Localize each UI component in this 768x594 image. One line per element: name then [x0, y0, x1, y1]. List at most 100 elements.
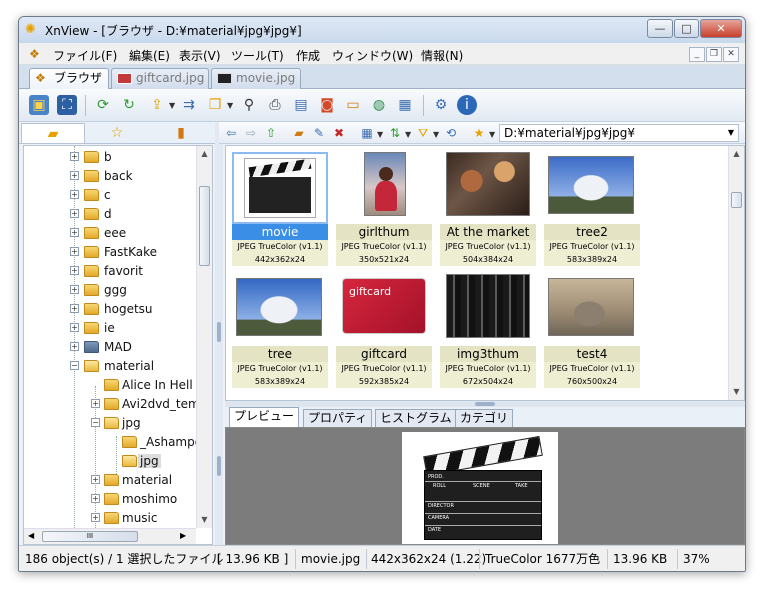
new-folder-icon[interactable]: ▰ — [291, 125, 307, 141]
tree-item-ie[interactable]: + ie — [24, 319, 200, 337]
mdi-minimize-button[interactable]: _ — [689, 47, 705, 62]
parent-folder-icon[interactable]: ⇧ — [263, 125, 279, 141]
menu-view[interactable]: 表示(V) — [179, 47, 221, 64]
mdi-restore-button[interactable]: ❐ — [706, 47, 722, 62]
path-dropdown-icon[interactable]: ▼ — [728, 125, 734, 141]
tree-item-ggg[interactable]: + ggg — [24, 281, 200, 299]
settings-icon[interactable]: ⚙ — [431, 95, 451, 115]
browser-vertical-scrollbar[interactable]: ▲ ▼ — [728, 146, 744, 400]
tree-expander[interactable]: + — [70, 342, 79, 351]
thumbnail-giftcard[interactable]: giftcard giftcard JPEG TrueColor (v1.1) … — [336, 274, 432, 388]
tree-item-fastkake[interactable]: + FastKake — [24, 243, 200, 261]
scroll-down-icon[interactable]: ▼ — [729, 384, 744, 400]
rename-icon[interactable]: ✎ — [311, 125, 327, 141]
tree-expander[interactable]: − — [70, 361, 79, 370]
splitter-grip[interactable] — [217, 456, 221, 476]
menu-tools[interactable]: ツール(T) — [231, 47, 284, 64]
tree-item-eee[interactable]: + eee — [24, 224, 200, 242]
favorites-dropdown-icon[interactable]: ▼ — [489, 130, 495, 139]
thumbnail-girlthum[interactable]: girlthum JPEG TrueColor (v1.1) 350x521x2… — [336, 152, 432, 266]
screen-icon[interactable]: ▭ — [343, 95, 363, 115]
tree-item-hogetsu[interactable]: + hogetsu — [24, 300, 200, 318]
tree-item-mad[interactable]: + MAD — [24, 338, 200, 356]
tree-item-moshimo[interactable]: + moshimo — [24, 490, 200, 508]
tree-expander[interactable]: + — [91, 513, 100, 522]
tree-expander[interactable]: + — [91, 399, 100, 408]
tab-giftcard[interactable]: giftcard.jpg — [111, 68, 209, 89]
tree-item-favorit[interactable]: + favorit — [24, 262, 200, 280]
menu-create[interactable]: 作成 — [296, 47, 320, 64]
minimize-button[interactable]: — — [647, 19, 673, 38]
tree-item-ashampoo[interactable]: _Ashampo — [24, 433, 202, 451]
maximize-button[interactable]: □ — [674, 19, 699, 38]
sort-dropdown-icon[interactable]: ▼ — [405, 130, 411, 139]
tree-vertical-scrollbar[interactable]: ▲ ▼ — [196, 146, 212, 528]
folders-tab-icon[interactable]: ▰ — [21, 123, 85, 143]
tree-item-avi2dvd[interactable]: + Avi2dvd_tem — [24, 395, 200, 413]
convert-icon[interactable]: ⇉ — [179, 95, 199, 115]
tab-properties[interactable]: プロパティ — [303, 409, 373, 427]
scroll-right-icon[interactable]: ▶ — [180, 531, 186, 540]
favorites-tab-icon[interactable]: ☆ — [85, 123, 149, 143]
thumbnail-browser[interactable]: movie JPEG TrueColor (v1.1) 442x362x24 g… — [225, 145, 745, 401]
batch-dropdown-icon[interactable]: ▼ — [227, 101, 233, 110]
filter-dropdown-icon[interactable]: ▼ — [433, 130, 439, 139]
tree-item-material[interactable]: − material — [24, 357, 200, 375]
tree-expander[interactable]: + — [70, 266, 79, 275]
find-icon[interactable]: ⚲ — [239, 95, 259, 115]
tree-item-back[interactable]: + back — [24, 167, 200, 185]
rotate-icon[interactable]: ↻ — [119, 95, 139, 115]
close-button[interactable]: ✕ — [700, 19, 742, 38]
thumbnail-tree2[interactable]: tree2 JPEG TrueColor (v1.1) 583x389x24 — [544, 152, 640, 266]
tree-expander[interactable]: + — [91, 475, 100, 484]
refresh-icon[interactable]: ⟳ — [93, 95, 113, 115]
tree-item-alice-in-hell[interactable]: Alice In Hell — [24, 376, 200, 394]
tree-expander[interactable]: + — [70, 152, 79, 161]
splitter-grip[interactable] — [217, 322, 221, 342]
thumbnail-test4[interactable]: test4 JPEG TrueColor (v1.1) 760x500x24 — [544, 274, 640, 388]
filter-icon[interactable]: ⛛ — [415, 125, 431, 141]
tree-item-b[interactable]: + b — [24, 148, 200, 166]
tree-expander[interactable]: + — [70, 190, 79, 199]
fullscreen-icon[interactable]: ⛶ — [57, 95, 77, 115]
web-icon[interactable]: ◍ — [369, 95, 389, 115]
tree-item-music[interactable]: + music — [24, 509, 200, 527]
tab-category[interactable]: カテゴリ — [455, 409, 514, 427]
thumbnail-img3thum[interactable]: img3thum JPEG TrueColor (v1.1) 672x504x2… — [440, 274, 536, 388]
scroll-down-icon[interactable]: ▼ — [197, 512, 212, 528]
tree-hscroll-thumb[interactable]: III — [42, 531, 138, 542]
tree-expander[interactable]: + — [70, 228, 79, 237]
splitter-grip[interactable] — [475, 402, 495, 406]
path-combo[interactable]: D:¥material¥jpg¥jpg¥ ▼ — [499, 124, 739, 142]
sort-icon[interactable]: ⇅ — [387, 125, 403, 141]
forward-arrow-icon[interactable]: ⇨ — [243, 125, 259, 141]
open-icon[interactable]: ▣ — [29, 95, 49, 115]
tree-expander[interactable]: + — [70, 171, 79, 180]
properties-icon[interactable]: ▦ — [395, 95, 415, 115]
scroll-up-icon[interactable]: ▲ — [197, 146, 212, 162]
tree-expander[interactable]: + — [70, 285, 79, 294]
tree-horizontal-scrollbar[interactable]: ◀ III ▶ — [24, 528, 196, 544]
export-dropdown-icon[interactable]: ▼ — [169, 101, 175, 110]
tree-item-d[interactable]: + d — [24, 205, 200, 223]
tree-item-jpg[interactable]: − jpg — [24, 414, 200, 432]
folder-tree[interactable]: + b + back + c + d + eee + FastKake + fa… — [23, 145, 213, 545]
tree-expander[interactable]: − — [91, 418, 100, 427]
tree-expander[interactable]: + — [70, 209, 79, 218]
menu-window[interactable]: ウィンドウ(W) — [332, 47, 413, 64]
tree-expander[interactable]: + — [70, 304, 79, 313]
categories-tab-icon[interactable]: ▮ — [149, 123, 213, 143]
scroll-left-icon[interactable]: ◀ — [28, 531, 34, 540]
tree-expander[interactable]: + — [70, 323, 79, 332]
scroll-up-icon[interactable]: ▲ — [729, 146, 744, 162]
back-arrow-icon[interactable]: ⇦ — [223, 125, 239, 141]
menu-file[interactable]: ファイル(F) — [53, 47, 117, 64]
thumbnail-tree[interactable]: tree JPEG TrueColor (v1.1) 583x389x24 — [232, 274, 328, 388]
tree-item-c[interactable]: + c — [24, 186, 200, 204]
thumbnail-movie[interactable]: movie JPEG TrueColor (v1.1) 442x362x24 — [232, 152, 328, 266]
thumbnail-at-the-market[interactable]: At the market JPEG TrueColor (v1.1) 504x… — [440, 152, 536, 266]
tab-histogram[interactable]: ヒストグラム — [375, 409, 457, 427]
reload-icon[interactable]: ⟲ — [443, 125, 459, 141]
menu-edit[interactable]: 編集(E) — [129, 47, 170, 64]
view-mode-icon[interactable]: ▦ — [359, 125, 375, 141]
